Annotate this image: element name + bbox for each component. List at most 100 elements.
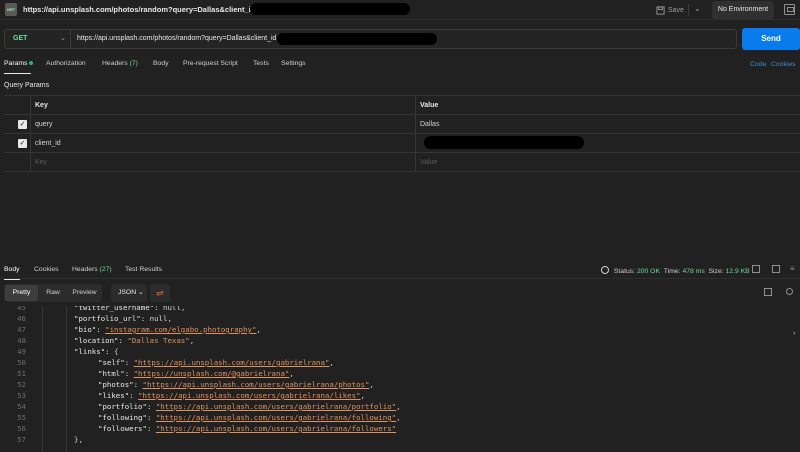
search-icon[interactable] — [786, 288, 793, 295]
line-number: 51 — [17, 369, 26, 378]
globe-icon[interactable] — [601, 266, 609, 274]
status-value[interactable]: 200 OK — [637, 268, 660, 275]
tab-label: Headers — [102, 60, 128, 67]
tab-count: (27) — [99, 266, 112, 273]
checkbox-cell — [4, 153, 31, 171]
tab-headers[interactable]: Headers (7) — [102, 60, 138, 67]
format-selector[interactable]: JSON ⌄ — [111, 284, 147, 302]
tab-label: Settings — [281, 60, 306, 67]
line-number: 56 — [17, 424, 26, 433]
environment-selector[interactable]: No Environment — [712, 1, 774, 19]
code-line: 53 "likes": "https://api.unsplash.com/use… — [0, 390, 800, 401]
request-title[interactable]: https://api.unsplash.com/photos/random?q… — [23, 5, 255, 14]
code-line: 54 "portfolio": "https://api.unsplash.com… — [0, 401, 800, 412]
wrap-lines-icon[interactable]: ⇌ — [150, 284, 170, 302]
method-selector[interactable]: GET ⌄ — [5, 30, 71, 48]
raw-button[interactable]: Raw — [38, 285, 68, 301]
line-number: 57 — [17, 435, 26, 444]
tab-pre-request-script[interactable]: Pre-request Script — [183, 60, 238, 67]
checkbox-cell: ✓ — [4, 115, 31, 133]
send-button[interactable]: Send — [742, 28, 800, 50]
pretty-button[interactable]: Pretty — [5, 285, 38, 301]
column-divider — [415, 96, 416, 114]
table-header-row: Key Value — [4, 96, 800, 115]
checkbox[interactable]: ✓ — [18, 120, 27, 129]
tab-label: Body — [4, 266, 20, 273]
code-link[interactable]: Code — [750, 61, 766, 68]
tab-authorization[interactable]: Authorization — [46, 60, 86, 67]
chevron-down-icon[interactable]: ⌄ — [694, 4, 701, 13]
response-body-code[interactable]: 45 "twitter_username": null, 46 "portfolio_… — [0, 306, 800, 452]
tab-response-cookies[interactable]: Cookies — [34, 266, 59, 273]
tab-response-body[interactable]: Body — [4, 266, 20, 273]
tab-body[interactable]: Body — [153, 60, 169, 67]
code-text: "html": "https://unsplash.com/@gabrielra… — [98, 369, 294, 378]
save-response-icon[interactable] — [752, 265, 760, 273]
code-line: 51 "html": "https://unsplash.com/@gabriel… — [0, 368, 800, 379]
environment-quick-look-icon[interactable] — [784, 4, 795, 15]
code-text: "likes": "https://api.unsplash.com/users… — [98, 391, 365, 400]
code-text: "bio": "instagram.com/elgabo.photography… — [74, 325, 261, 334]
line-number: 48 — [17, 336, 26, 345]
view-mode-switcher: Pretty Raw Preview — [4, 284, 102, 302]
line-number: 50 — [17, 358, 26, 367]
url-input[interactable]: https://api.unsplash.com/photos/random?q… — [77, 30, 276, 48]
code-line: 52 "photos": "https://api.unsplash.com/us… — [0, 379, 800, 390]
key-placeholder[interactable]: Key — [35, 153, 47, 171]
line-number: 49 — [17, 347, 26, 356]
tab-response-headers[interactable]: Headers (27) — [72, 266, 112, 273]
tab-test-results[interactable]: Test Results — [125, 266, 162, 273]
tab-label: Headers — [72, 266, 98, 273]
code-text: "portfolio": "https://api.unsplash.com/u… — [98, 402, 401, 411]
tab-label: Pre-request Script — [183, 60, 238, 67]
column-divider — [415, 134, 416, 152]
checkbox[interactable]: ✓ — [18, 139, 27, 148]
tab-label: Cookies — [34, 266, 59, 273]
code-text: "twitter_username": null, — [74, 306, 186, 312]
code-text: "following": "https://api.unsplash.com/u… — [98, 413, 401, 422]
table-row: ✓ client_id — [4, 134, 800, 153]
cookies-link[interactable]: Cookies — [771, 61, 796, 68]
redacted-block — [424, 136, 584, 149]
save-button[interactable]: Save — [656, 3, 684, 17]
copy-icon[interactable] — [764, 288, 772, 296]
code-line: 48 "location": "Dallas Texas", — [0, 335, 800, 346]
top-bar: GET https://api.unsplash.com/photos/rand… — [0, 0, 800, 20]
line-number: 47 — [17, 325, 26, 334]
code-text: "self": "https://api.unsplash.com/users/… — [98, 358, 334, 367]
line-number: 52 — [17, 380, 26, 389]
layout-icon[interactable] — [772, 265, 780, 273]
key-header: Key — [35, 102, 48, 109]
param-value[interactable]: Dallas — [420, 115, 439, 133]
divider — [688, 4, 689, 16]
line-number: 53 — [17, 391, 26, 400]
line-number: 45 — [17, 306, 26, 312]
method-label: GET — [13, 35, 28, 42]
tab-settings[interactable]: Settings — [281, 60, 306, 67]
param-key[interactable]: query — [35, 115, 53, 133]
format-label: JSON — [118, 289, 137, 296]
table-row: ✓ query Dallas — [4, 115, 800, 134]
code-line: 49 "links": { — [0, 346, 800, 357]
size-value[interactable]: 12.9 KB — [726, 268, 750, 275]
code-line: 55 "following": "https://api.unsplash.com… — [0, 412, 800, 423]
code-text: "photos": "https://api.unsplash.com/user… — [98, 380, 374, 389]
status-label: Status: — [613, 268, 636, 275]
param-key[interactable]: client_id — [35, 134, 61, 152]
code-line: 47 "bio": "instagram.com/elgabo.photograp… — [0, 324, 800, 335]
value-placeholder[interactable]: Value — [420, 153, 437, 171]
redacted-block — [250, 3, 410, 15]
checkbox-cell: ✓ — [4, 134, 31, 152]
preview-button[interactable]: Preview — [68, 285, 101, 301]
tab-label: Tests — [253, 60, 269, 67]
time-value[interactable]: 478 ms — [682, 268, 704, 275]
tab-label: Test Results — [125, 266, 163, 273]
scrollbar-arrow-icon[interactable]: › — [793, 330, 799, 340]
active-tab-indicator — [4, 73, 31, 74]
more-icon[interactable]: ≡ — [790, 265, 795, 273]
tab-tests[interactable]: Tests — [253, 60, 269, 67]
line-number: 55 — [17, 413, 26, 422]
size-label: Size: — [708, 268, 724, 275]
divider — [0, 278, 800, 279]
tab-params[interactable]: Params — [4, 60, 34, 67]
